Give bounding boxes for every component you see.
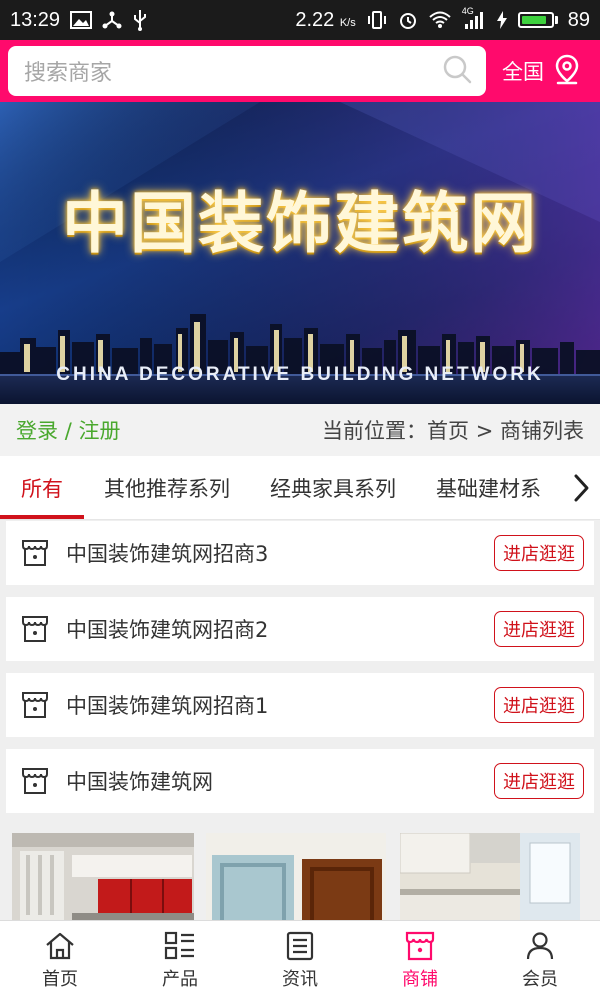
nav-news[interactable]: 资讯 xyxy=(240,921,360,1000)
shop-name[interactable]: 中国装饰建筑网招商1 xyxy=(66,690,494,720)
battery-percent: 89 xyxy=(567,8,590,31)
nav-member[interactable]: 会员 xyxy=(480,921,600,1000)
visit-store-button[interactable]: 进店逛逛 xyxy=(494,687,584,723)
list-item[interactable]: 中国装饰建筑网招商2 进店逛逛 xyxy=(6,597,594,661)
product-image-kitchen-white[interactable] xyxy=(400,833,580,923)
vibrate-icon xyxy=(366,10,388,30)
login-register: 登录 / 注册 xyxy=(16,415,120,445)
nav-home[interactable]: 首页 xyxy=(0,921,120,1000)
signal-icon: 4G xyxy=(462,6,486,30)
region-selector[interactable]: 全国 xyxy=(502,53,582,90)
clock: 13:29 xyxy=(10,8,61,31)
nav-shops[interactable]: 商铺 xyxy=(360,921,480,1000)
shop-icon xyxy=(405,931,435,960)
store-icon xyxy=(20,614,50,644)
nav-label: 资讯 xyxy=(282,968,318,990)
store-icon xyxy=(20,766,50,796)
breadcrumb-bar: 登录 / 注册 当前位置：首页 > 商铺列表 xyxy=(0,404,600,456)
shop-name[interactable]: 中国装饰建筑网 xyxy=(66,766,494,796)
list-item[interactable]: 中国装饰建筑网招商1 进店逛逛 xyxy=(6,673,594,737)
visit-store-button[interactable]: 进店逛逛 xyxy=(494,763,584,799)
store-icon xyxy=(20,690,50,720)
banner-subtitle: CHINA DECORATIVE BUILDING NETWORK xyxy=(56,364,544,385)
member-icon xyxy=(526,931,554,959)
top-header: 搜索商家 全国 xyxy=(0,40,600,102)
tab-label: 基础建材系 xyxy=(436,476,541,501)
nav-products[interactable]: 产品 xyxy=(120,921,240,1000)
alarm-icon xyxy=(398,10,418,30)
news-icon xyxy=(286,931,314,960)
chevron-right-icon xyxy=(574,474,589,501)
separator: / xyxy=(64,419,72,443)
bottom-nav: 首页 产品 资讯 商铺 会员 xyxy=(0,920,600,1000)
list-item[interactable]: 中国装饰建筑网 进店逛逛 xyxy=(6,749,594,813)
visit-store-button[interactable]: 进店逛逛 xyxy=(494,611,584,647)
tab-label: 经典家具系列 xyxy=(270,476,396,501)
visit-store-button[interactable]: 进店逛逛 xyxy=(494,535,584,571)
status-bar: 13:29 2.22 K/s 4G 89 xyxy=(0,0,600,40)
wifi-icon xyxy=(428,10,452,30)
breadcrumb-arrow: > xyxy=(475,419,494,443)
active-tab-indicator xyxy=(0,514,84,519)
search-input[interactable]: 搜索商家 xyxy=(24,55,112,87)
battery-icon xyxy=(517,12,558,28)
register-link[interactable]: 注册 xyxy=(78,419,120,443)
tab-all[interactable]: 所有 xyxy=(0,456,84,519)
region-label: 全国 xyxy=(502,60,544,84)
category-tabs: 所有 其他推荐系列 经典家具系列 基础建材系 xyxy=(0,456,600,520)
tab-label: 所有 xyxy=(21,476,63,501)
nav-label: 产品 xyxy=(162,968,198,990)
nav-label: 首页 xyxy=(42,968,78,990)
list-item[interactable]: 中国装饰建筑网招商3 进店逛逛 xyxy=(6,521,594,585)
usb-icon xyxy=(132,9,148,31)
network-speed: 2.22 K/s xyxy=(295,8,356,31)
banner-title: 中国装饰建筑网 xyxy=(62,185,538,262)
product-grid-icon xyxy=(164,931,194,959)
product-image-kitchen-red[interactable] xyxy=(12,833,194,923)
tab-other-recommended[interactable]: 其他推荐系列 xyxy=(104,456,230,519)
breadcrumb-home-link[interactable]: 首页 xyxy=(427,419,469,443)
breadcrumb: 当前位置：首页 > 商铺列表 xyxy=(322,415,584,445)
login-link[interactable]: 登录 xyxy=(16,419,58,443)
tab-label: 其他推荐系列 xyxy=(104,476,230,501)
breadcrumb-current: 商铺列表 xyxy=(500,419,584,443)
nav-label: 会员 xyxy=(522,968,558,990)
charging-icon xyxy=(496,10,508,30)
tabs-scroll-right[interactable] xyxy=(562,456,600,519)
product-image-cabinet-doors[interactable] xyxy=(206,833,386,923)
home-icon xyxy=(46,932,74,959)
banner[interactable]: 中国装饰建筑网 CHINA DECORATIVE BUILDING NETWOR… xyxy=(0,102,600,404)
share-notification-icon xyxy=(102,10,122,30)
image-notification-icon xyxy=(70,11,93,29)
shop-name[interactable]: 中国装饰建筑网招商3 xyxy=(66,538,494,568)
nav-label: 商铺 xyxy=(402,968,438,990)
tab-classic-furniture[interactable]: 经典家具系列 xyxy=(270,456,396,519)
search-icon[interactable] xyxy=(442,54,472,88)
location-prefix: 当前位置： xyxy=(322,419,428,443)
location-pin-icon xyxy=(552,53,582,90)
search-box[interactable]: 搜索商家 xyxy=(8,46,486,96)
store-icon xyxy=(20,538,50,568)
shop-name[interactable]: 中国装饰建筑网招商2 xyxy=(66,614,494,644)
tab-basic-materials[interactable]: 基础建材系 xyxy=(436,456,541,519)
